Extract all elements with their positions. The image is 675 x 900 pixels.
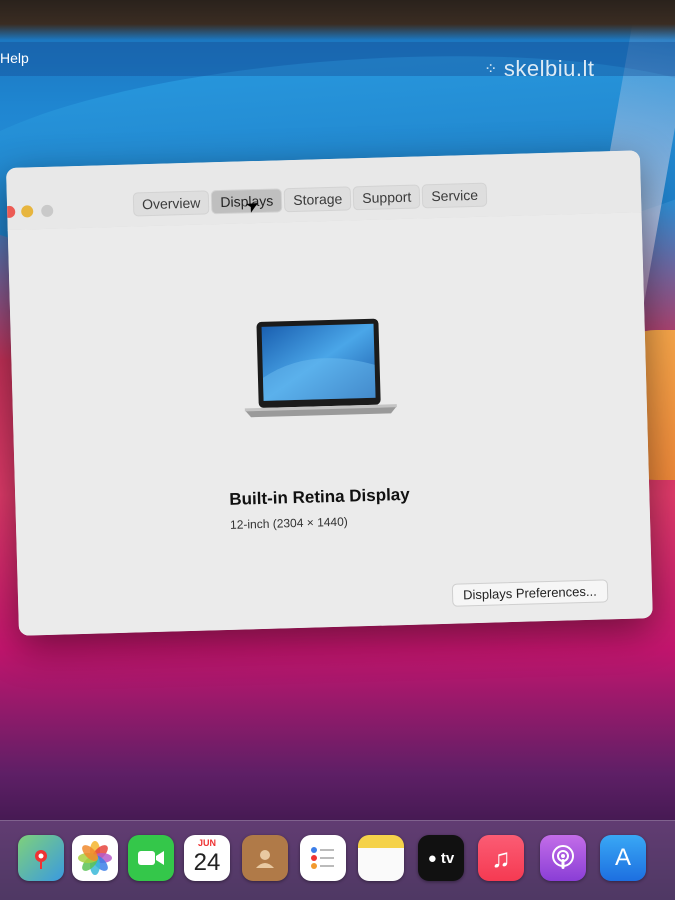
calendar-month: JUN: [197, 838, 216, 848]
tab-storage[interactable]: Storage: [283, 186, 352, 213]
app-store-icon[interactable]: A: [600, 835, 646, 881]
zoom-button[interactable]: [41, 204, 54, 218]
minimize-button[interactable]: [21, 205, 34, 218]
screen-bezel: [0, 0, 675, 40]
photos-icon[interactable]: [72, 835, 118, 881]
close-button[interactable]: [6, 205, 16, 219]
podcasts-icon[interactable]: [540, 835, 586, 881]
tab-bar: Overview Displays Storage Support Servic…: [132, 182, 488, 217]
tab-support[interactable]: Support: [352, 184, 421, 211]
tab-service[interactable]: Service: [421, 182, 488, 209]
menu-help[interactable]: Help: [0, 50, 29, 66]
app-store-glyph: A: [614, 844, 631, 871]
laptop-icon: [244, 318, 397, 418]
music-note-glyph: ♫: [491, 842, 511, 873]
apple-tv-label: ● tv: [427, 849, 455, 867]
calendar-icon[interactable]: JUN 24: [184, 835, 230, 881]
apple-tv-icon[interactable]: ● tv: [418, 835, 464, 881]
calendar-day: 24: [193, 849, 221, 876]
dock: JUN 24 ● tv ♫ A: [0, 820, 675, 900]
watermark-dots-icon: ⁘: [484, 61, 498, 78]
tab-overview[interactable]: Overview: [132, 190, 210, 217]
contacts-icon[interactable]: [242, 835, 288, 881]
watermark: ⁘ skelbiu.lt: [484, 56, 595, 82]
display-name: Built-in Retina Display: [229, 484, 410, 509]
about-this-mac-window: Overview Displays Storage Support Servic…: [6, 150, 653, 636]
displays-preferences-button[interactable]: Displays Preferences...: [451, 579, 609, 607]
display-resolution: 12-inch (2304 × 1440): [229, 514, 348, 532]
desktop-background: Help ⁘ skelbiu.lt Overview Displays Stora…: [0, 0, 675, 900]
music-icon[interactable]: ♫: [478, 835, 524, 881]
notes-icon[interactable]: [358, 835, 404, 881]
facetime-icon[interactable]: [128, 835, 174, 881]
displays-pane: Built-in Retina Display 12-inch (2304 × …: [7, 212, 653, 636]
maps-icon[interactable]: [18, 835, 64, 881]
watermark-text: skelbiu.lt: [503, 56, 595, 81]
reminders-icon[interactable]: [300, 835, 346, 881]
